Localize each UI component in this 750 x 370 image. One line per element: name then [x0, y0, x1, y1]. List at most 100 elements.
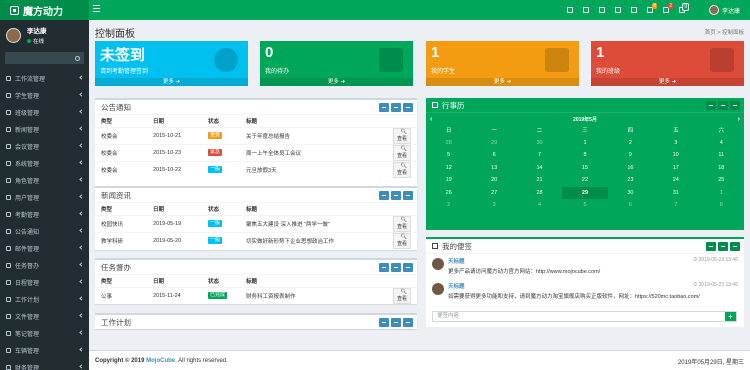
calendar-day[interactable]: 17: [653, 162, 698, 175]
calendar-day[interactable]: 22: [562, 174, 607, 187]
calendar-day[interactable]: 2: [426, 199, 471, 212]
calendar-day[interactable]: 28: [426, 137, 471, 150]
menu-icon[interactable]: [706, 101, 716, 110]
close-icon[interactable]: [403, 191, 413, 200]
minus-icon[interactable]: [379, 318, 389, 327]
close-icon[interactable]: [730, 101, 740, 110]
menu-icon[interactable]: [706, 242, 716, 251]
calendar-day[interactable]: 20: [471, 174, 516, 187]
sidebar-item[interactable]: 系统管理: [0, 155, 89, 172]
calendar-day[interactable]: 11: [699, 149, 744, 162]
row-title[interactable]: 周一上午全体员工会议: [240, 143, 387, 161]
calendar-day[interactable]: 3: [471, 199, 516, 212]
more-info-link[interactable]: 更多 ➜: [260, 78, 413, 86]
calendar-day[interactable]: 14: [517, 162, 562, 175]
calendar-day[interactable]: 12: [426, 162, 471, 175]
minus-icon[interactable]: [391, 318, 401, 327]
sidebar-item[interactable]: 日程管理: [0, 274, 89, 291]
close-icon[interactable]: [403, 103, 413, 112]
close-icon[interactable]: [403, 263, 413, 272]
row-title[interactable]: 财务科工资报表制作: [240, 286, 387, 304]
row-title[interactable]: 元旦放假3天: [240, 160, 387, 178]
calendar-day[interactable]: 7: [653, 199, 698, 212]
topbar-icon-button[interactable]: 8: [642, 0, 658, 20]
row-title[interactable]: 聚焦五大建设 深入推进 “两学一做”: [240, 214, 387, 232]
calendar-day[interactable]: 21: [517, 174, 562, 187]
sidebar-item[interactable]: 车辆管理: [0, 342, 89, 359]
calendar-day[interactable]: 9: [608, 149, 653, 162]
sidebar-search[interactable]: [5, 52, 84, 64]
calendar-day[interactable]: 23: [608, 174, 653, 187]
minus-icon[interactable]: [379, 191, 389, 200]
view-button[interactable]: 🔍︎ 查看: [393, 144, 411, 161]
calendar-day[interactable]: 4: [699, 137, 744, 150]
calendar-day[interactable]: 29: [471, 137, 516, 150]
sidebar-item[interactable]: 会议管理: [0, 138, 89, 155]
topbar-icon-button[interactable]: [610, 0, 626, 20]
calendar-day[interactable]: 30: [608, 187, 653, 200]
sidebar-item[interactable]: 邮件管理: [0, 240, 89, 257]
view-button[interactable]: 🔍︎ 查看: [393, 127, 411, 144]
topbar-icon-button[interactable]: [562, 0, 578, 20]
sidebar-item[interactable]: 新闻管理: [0, 121, 89, 138]
calendar-day[interactable]: 30: [517, 137, 562, 150]
sidebar-item[interactable]: 工作计划: [0, 291, 89, 308]
logo[interactable]: 魔方动力: [0, 0, 89, 20]
sidebar-item[interactable]: 考勤管理: [0, 206, 89, 223]
view-button[interactable]: 🔍︎ 查看: [393, 161, 411, 178]
row-title[interactable]: 关于年度总结报告: [240, 126, 387, 144]
sidebar-item[interactable]: 角色管理: [0, 172, 89, 189]
memo-input[interactable]: 便签内容 +: [432, 311, 737, 322]
minus-icon[interactable]: [391, 103, 401, 112]
calendar-day[interactable]: 5: [562, 199, 607, 212]
topbar-icon-button[interactable]: [578, 0, 594, 20]
topbar-icon-button[interactable]: 2: [658, 0, 674, 20]
calendar-day[interactable]: 18: [699, 162, 744, 175]
calendar-day[interactable]: 19: [426, 174, 471, 187]
minus-icon[interactable]: [379, 103, 389, 112]
sidebar-item[interactable]: 财务管理: [0, 359, 89, 370]
close-icon[interactable]: [403, 318, 413, 327]
view-button[interactable]: 🔍︎ 查看: [393, 215, 411, 232]
breadcrumb-home[interactable]: 首页: [705, 30, 716, 36]
menu-toggle-icon[interactable]: [93, 5, 100, 13]
close-icon[interactable]: [730, 242, 740, 251]
calendar-day[interactable]: 5: [426, 149, 471, 162]
next-month-icon[interactable]: ›: [738, 116, 740, 123]
add-memo-button[interactable]: +: [725, 312, 736, 321]
calendar-day[interactable]: 1: [562, 137, 607, 150]
calendar-day[interactable]: 3: [653, 137, 698, 150]
calendar-day[interactable]: 8: [562, 149, 607, 162]
sidebar-item[interactable]: 班级管理: [0, 104, 89, 121]
sidebar-item[interactable]: 学生管理: [0, 87, 89, 104]
minus-icon[interactable]: [718, 101, 728, 110]
sidebar-item[interactable]: 公告通知: [0, 223, 89, 240]
view-button[interactable]: 🔍︎ 查看: [393, 287, 411, 304]
topbar-icon-button[interactable]: [626, 0, 642, 20]
calendar-day[interactable]: 6: [471, 149, 516, 162]
calendar-day[interactable]: 26: [426, 187, 471, 200]
view-button[interactable]: 🔍︎ 查看: [393, 232, 411, 249]
minus-icon[interactable]: [379, 263, 389, 272]
row-title[interactable]: 切实做好新形势下企业思想政治工作: [240, 231, 387, 249]
topbar-icon-button[interactable]: 9: [674, 0, 690, 20]
minus-icon[interactable]: [718, 242, 728, 251]
minus-icon[interactable]: [391, 263, 401, 272]
calendar-day[interactable]: 25: [699, 174, 744, 187]
calendar-day[interactable]: 16: [608, 162, 653, 175]
user-menu[interactable]: 李达康: [708, 0, 740, 20]
more-info-link[interactable]: 更多 ➜: [426, 78, 579, 86]
sidebar-item[interactable]: 任务督办: [0, 257, 89, 274]
sidebar-item[interactable]: 工作流管理: [0, 70, 89, 87]
more-info-link[interactable]: 更多 ➜: [95, 78, 248, 86]
topbar-icon-button[interactable]: [594, 0, 610, 20]
sidebar-item[interactable]: 文件管理: [0, 308, 89, 325]
calendar-day[interactable]: 31: [653, 187, 698, 200]
sidebar-item[interactable]: 笔记管理: [0, 325, 89, 342]
calendar-day[interactable]: 4: [517, 199, 562, 212]
calendar-day[interactable]: 29: [562, 186, 608, 199]
calendar-day[interactable]: 10: [653, 149, 698, 162]
minus-icon[interactable]: [391, 191, 401, 200]
more-info-link[interactable]: 更多 ➜: [591, 78, 744, 86]
calendar-day[interactable]: 1: [699, 187, 744, 200]
